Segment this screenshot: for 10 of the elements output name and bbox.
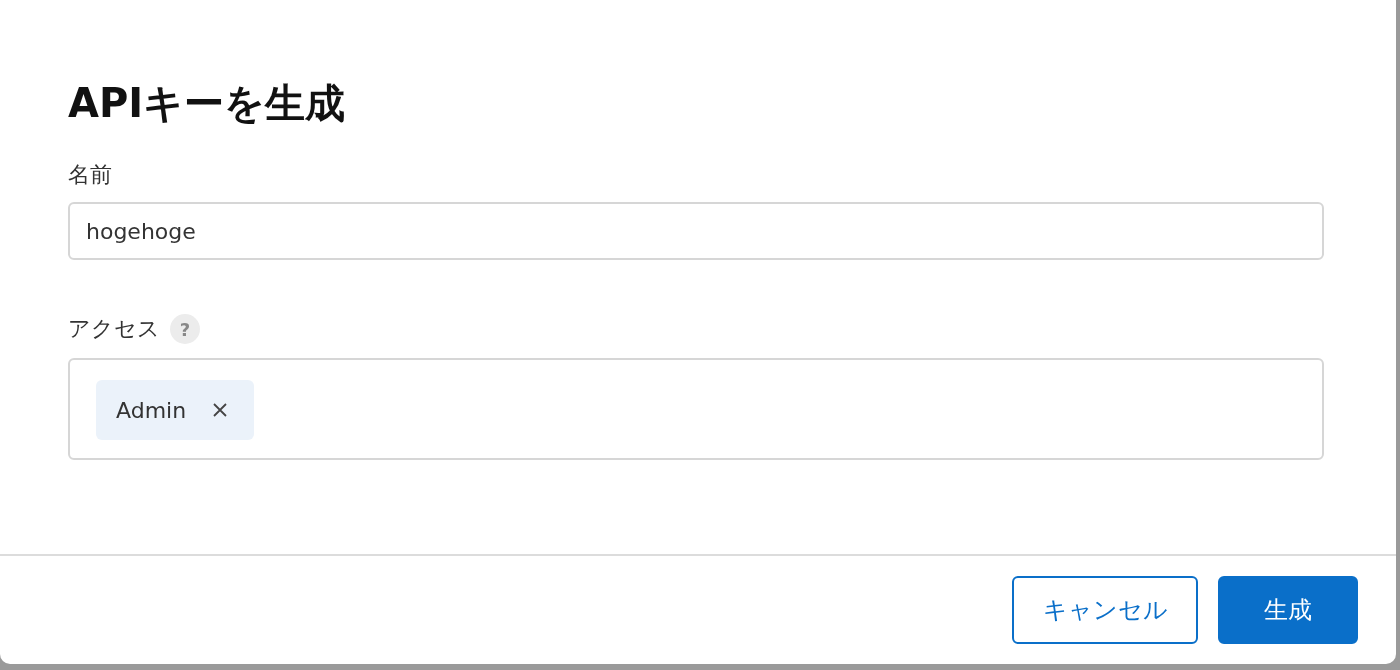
cancel-button[interactable]: キャンセル — [1012, 576, 1198, 644]
dialog-title: APIキーを生成 — [68, 79, 347, 128]
remove-icon[interactable] — [212, 402, 229, 418]
tag-label: Admin — [116, 397, 187, 423]
access-label: アクセス — [68, 315, 160, 343]
help-icon[interactable]: ? — [170, 314, 200, 344]
name-field[interactable]: hogehoge — [68, 202, 1324, 260]
access-field[interactable]: Admin — [68, 358, 1324, 460]
generate-button[interactable]: 生成 — [1218, 576, 1358, 644]
name-label: 名前 — [68, 161, 112, 189]
